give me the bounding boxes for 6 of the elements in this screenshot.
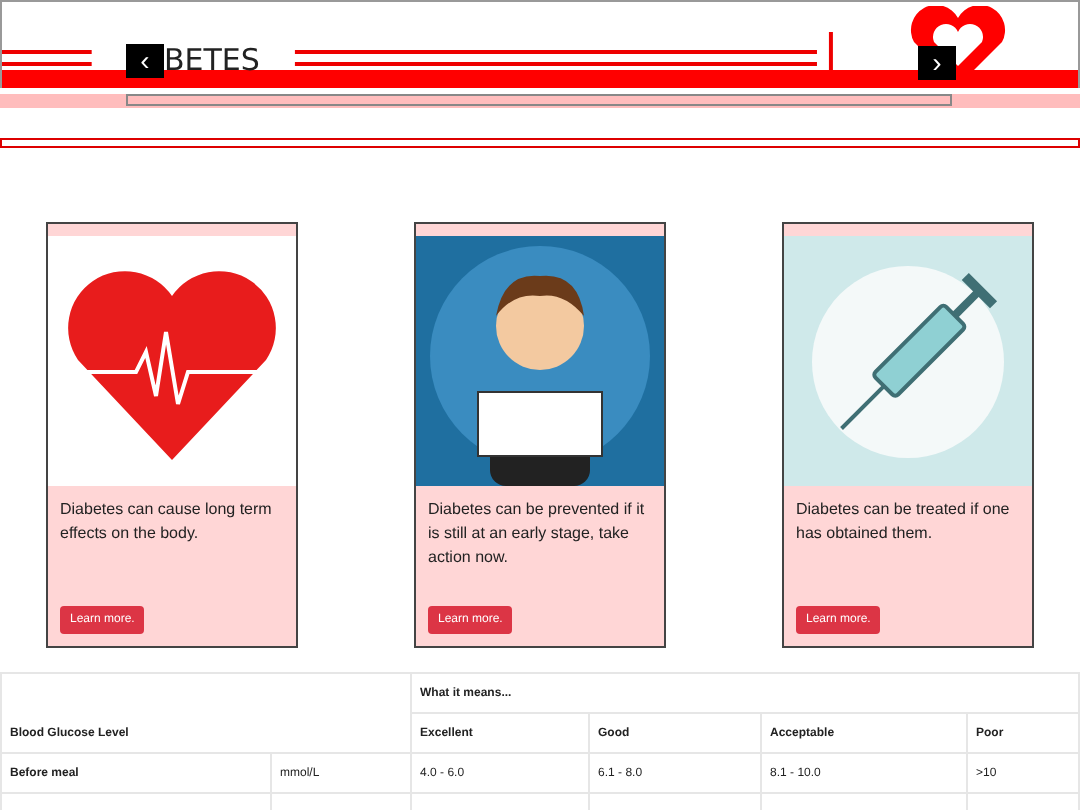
banner-title: BETES	[164, 44, 260, 78]
card-text: Diabetes can cause long term effects on the body.	[60, 498, 274, 546]
next-button[interactable]: ›	[918, 46, 956, 80]
card-text: Diabetes can be treated if one has obtained them.	[796, 498, 1012, 546]
card-text: Diabetes can be prevented if it is still at an early stage, take action now.	[428, 498, 647, 570]
previous-button[interactable]: ‹	[126, 44, 164, 78]
